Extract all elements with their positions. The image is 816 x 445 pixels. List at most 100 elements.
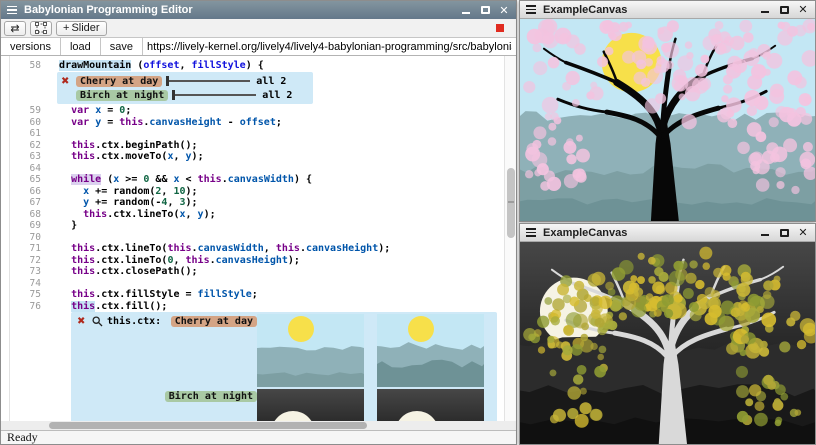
example-widget: ✖ Cherry at day all 2Birch at night all 2 (57, 72, 313, 104)
window-controls: ✕ (460, 5, 516, 16)
code-line: 62 this.ctx.beginPath(); (1, 140, 516, 152)
desktop: Babylonian Programming Editor ✕ ⇄ (0, 0, 816, 445)
code-text: x += random(2, 10); (47, 186, 198, 198)
code-editor[interactable]: 5758 drawMountain (offset, fillStyle) {✖… (1, 56, 516, 421)
canvas2-window-title: ExampleCanvas (543, 227, 627, 239)
minimize-icon[interactable] (759, 227, 771, 238)
status-bar: Ready (1, 430, 516, 444)
example-range-label: all 2 (262, 90, 292, 101)
line-number: 72 (1, 255, 47, 267)
code-line: 60 var y = this.canvasHeight - offset; (1, 117, 516, 129)
example-name-badge[interactable]: Cherry at day (76, 76, 162, 87)
horizontal-scrollbar-thumb[interactable] (49, 422, 367, 429)
editor-toolbar: ⇄ + Slider (1, 19, 516, 38)
probe-row: ✖ this.ctx: Cherry at day (77, 314, 491, 387)
probe-label: ✖ this.ctx: Cherry at day (77, 314, 257, 328)
code-line: 75 this.ctx.fillStyle = fillStyle; (1, 289, 516, 301)
code-line: 58 drawMountain (offset, fillStyle) { (1, 60, 516, 72)
code-line: 68 this.ctx.lineTo(x, y); (1, 209, 516, 221)
code-text: this.ctx.lineTo(this.canvasWidth, this.c… (47, 243, 390, 255)
menu-icon[interactable] (526, 228, 536, 237)
code-text: } (47, 220, 77, 232)
minimize-icon[interactable] (759, 4, 771, 15)
close-icon[interactable]: ✕ (797, 4, 809, 15)
cherry-day-canvas (520, 19, 815, 221)
plus-icon: + (63, 22, 69, 34)
code-line: 63 this.ctx.moveTo(x, y); (1, 151, 516, 163)
code-text: this.ctx.beginPath(); (47, 140, 198, 152)
url-input[interactable] (143, 38, 516, 55)
maximize-icon[interactable] (778, 227, 790, 238)
code-text: this.ctx.closePath(); (47, 266, 198, 278)
code-text: this.ctx.moveTo(x, y); (47, 151, 204, 163)
minimize-icon[interactable] (460, 5, 472, 16)
example-range-slider[interactable] (166, 76, 250, 86)
code-line: 71 this.ctx.lineTo(this.canvasWidth, thi… (1, 243, 516, 255)
canvas1-window-title: ExampleCanvas (543, 4, 627, 16)
menu-icon[interactable] (526, 5, 536, 14)
save-button[interactable]: save (101, 38, 143, 55)
file-bar: versions load save (1, 38, 516, 56)
maximize-icon[interactable] (778, 4, 790, 15)
example-range-slider[interactable] (172, 90, 256, 100)
probe-row: Birch at night (77, 389, 491, 421)
line-number: 73 (1, 266, 47, 278)
code-line: 76 this.ctx.fill(); (1, 301, 516, 313)
code-text: this.ctx.lineTo(x, y); (47, 209, 216, 221)
close-icon[interactable]: ✕ (797, 227, 809, 238)
probe-expression: this.ctx: (107, 316, 161, 327)
line-number: 76 (1, 301, 47, 313)
close-icon[interactable]: ✕ (498, 5, 510, 16)
code-line: 73 this.ctx.closePath(); (1, 266, 516, 278)
probe-example-badge[interactable]: Cherry at day (171, 316, 257, 327)
magnifier-icon (92, 316, 103, 327)
code-line: 69 } (1, 220, 516, 232)
probe-example-badge[interactable]: Birch at night (165, 391, 257, 402)
probe-thumbnails (257, 314, 484, 387)
code-line: 70 (1, 232, 516, 244)
window-controls: ✕ (759, 4, 815, 15)
status-text: Ready (7, 430, 38, 445)
code-line: 64 (1, 163, 516, 175)
code-line: 67 y += random(-4, 3); (1, 197, 516, 209)
code-text: var x = 0; (47, 105, 131, 117)
code-lines: 5758 drawMountain (offset, fillStyle) {✖… (1, 56, 516, 421)
line-number: 65 (1, 174, 47, 186)
babylonian-editor-window: Babylonian Programming Editor ✕ ⇄ (0, 0, 517, 445)
code-text: drawMountain (offset, fillStyle) { (47, 60, 264, 72)
maximize-icon[interactable] (479, 5, 491, 16)
code-text: while (x >= 0 && x < this.canvasWidth) { (47, 174, 312, 186)
canvas2-titlebar[interactable]: ExampleCanvas ✕ (520, 224, 815, 242)
unsaved-indicator (496, 24, 504, 32)
example-row: Birch at night all 2 (61, 88, 309, 102)
line-number: 75 (1, 289, 47, 301)
remove-example-button[interactable]: ✖ (61, 76, 72, 87)
sync-arrows-button[interactable]: ⇄ (4, 21, 26, 36)
selection-box-button[interactable] (30, 21, 52, 36)
vertical-scrollbar-thumb[interactable] (507, 168, 515, 238)
code-line: 65 while (x >= 0 && x < this.canvasWidth… (1, 174, 516, 186)
line-number: 59 (1, 105, 47, 117)
line-number: 68 (1, 209, 47, 221)
code-text: this.ctx.lineTo(0, this.canvasHeight); (47, 255, 300, 267)
selection-box-icon (35, 22, 47, 34)
menu-icon[interactable] (7, 6, 17, 15)
example-canvas-window-1: ExampleCanvas ✕ (519, 0, 816, 222)
line-number: 66 (1, 186, 47, 198)
code-line: 74 (1, 278, 516, 290)
vertical-scrollbar[interactable] (504, 56, 516, 421)
code-line: 66 x += random(2, 10); (1, 186, 516, 198)
example-name-badge[interactable]: Birch at night (76, 90, 168, 101)
editor-titlebar[interactable]: Babylonian Programming Editor ✕ (1, 1, 516, 19)
load-button[interactable]: load (61, 38, 101, 55)
add-slider-button[interactable]: + Slider (56, 21, 107, 36)
birch-night-canvas (520, 242, 815, 444)
versions-button[interactable]: versions (1, 38, 61, 55)
sync-arrows-icon: ⇄ (10, 22, 19, 35)
canvas1-titlebar[interactable]: ExampleCanvas ✕ (520, 1, 815, 19)
editor-window-title: Babylonian Programming Editor (24, 4, 193, 16)
horizontal-scrollbar[interactable] (1, 421, 516, 430)
remove-probe-button[interactable]: ✖ (77, 316, 88, 327)
probe-canvas-thumbnail (257, 389, 364, 421)
line-number: 58 (1, 60, 47, 72)
